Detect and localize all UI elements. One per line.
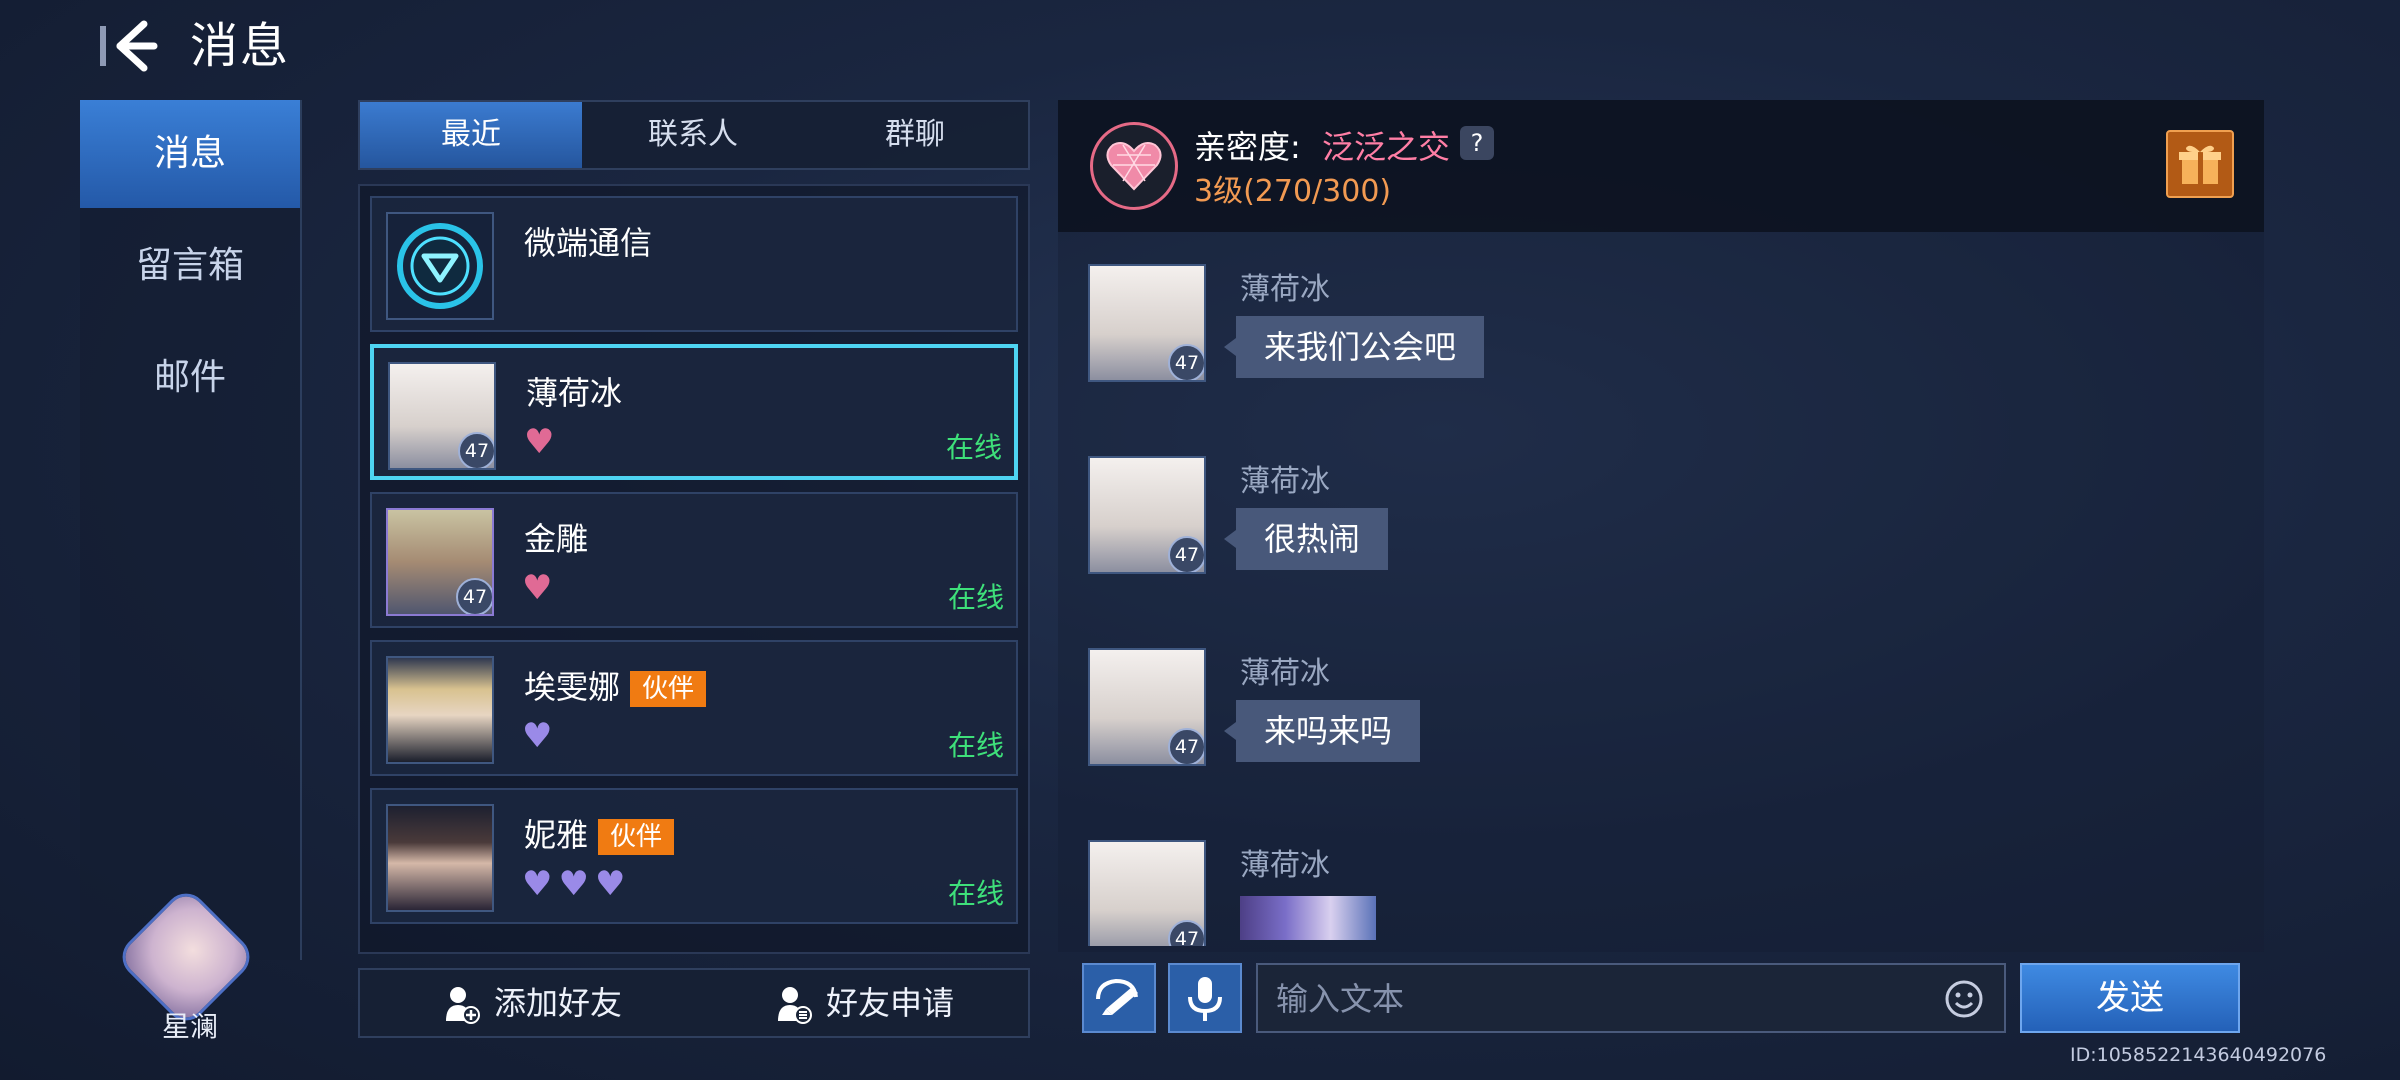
intimacy-label: 亲密度: xyxy=(1194,128,1301,166)
sender-name: 薄荷冰 xyxy=(1240,272,1330,307)
microphone-icon xyxy=(1188,977,1222,1021)
chat-message: 47 薄荷冰 来吗来吗 xyxy=(1088,648,1788,828)
sender-avatar[interactable]: 47 xyxy=(1088,456,1206,574)
side-nav: 消息 留言箱 邮件 xyxy=(80,100,302,960)
intimacy-heart-icon: ♥♥♥ xyxy=(522,864,632,904)
intimacy-heart-icon: ♥ xyxy=(522,716,559,756)
online-status: 在线 xyxy=(945,431,1002,464)
friend-request-icon xyxy=(778,987,812,1024)
contact-avatar: 47 xyxy=(386,508,494,616)
intimacy-heart-icon: ♥ xyxy=(524,422,561,462)
message-bubble: 很热闹 xyxy=(1223,508,1389,570)
back-arrow-icon xyxy=(100,20,158,72)
quick-phrase-button[interactable] xyxy=(1082,963,1156,1033)
contact-name: 妮雅 伙伴 xyxy=(524,810,675,856)
quick-phrase-icon xyxy=(1096,978,1138,1015)
partner-badge: 伙伴 xyxy=(630,671,707,707)
help-icon[interactable]: ? xyxy=(1460,126,1494,160)
level-badge: 47 xyxy=(1168,344,1204,380)
tab-group-chat[interactable]: 群聊 xyxy=(804,102,1026,168)
level-badge: 47 xyxy=(458,432,494,468)
intimacy-header: 亲密度: 泛泛之交 ? 3级(270/300) xyxy=(1058,100,2264,232)
system-icon xyxy=(386,212,494,320)
contact-row-ai-wen-na[interactable]: 埃雯娜 伙伴 ♥ 在线 xyxy=(370,640,1018,776)
intimacy-level: 3级(270/300) xyxy=(1194,174,1392,209)
user-id: ID:1058522143640492076 xyxy=(2070,1044,2327,1066)
add-friend-button[interactable]: 添加好友 xyxy=(444,970,622,1036)
intimacy-heart-icon: ♥ xyxy=(522,568,559,608)
nav-item-message-box[interactable]: 留言箱 xyxy=(80,212,300,320)
emoji-icon[interactable] xyxy=(1944,979,1984,1019)
level-badge: 47 xyxy=(456,578,492,614)
contact-row-wei-duan[interactable]: 微端通信 xyxy=(370,196,1018,332)
gift-button[interactable] xyxy=(2166,130,2234,198)
level-badge: 47 xyxy=(1168,728,1204,764)
contact-avatar: 47 xyxy=(388,362,496,470)
message-bubble: 来我们公会吧 xyxy=(1223,316,1485,378)
voice-button[interactable] xyxy=(1168,963,1242,1033)
sender-avatar[interactable]: 47 xyxy=(1088,648,1206,766)
level-badge: 47 xyxy=(1168,536,1204,572)
nav-item-messages[interactable]: 消息 xyxy=(80,100,300,208)
message-bubble: 来吗来吗 xyxy=(1223,700,1421,762)
contact-name: 薄荷冰 xyxy=(526,374,623,412)
send-button[interactable]: 发送 xyxy=(2020,963,2240,1033)
chat-message: 47 薄荷冰 来我们公会吧 xyxy=(1088,264,1788,444)
sender-avatar[interactable]: 47 xyxy=(1088,264,1206,382)
contact-row-ni-ya[interactable]: 妮雅 伙伴 ♥♥♥ 在线 xyxy=(370,788,1018,924)
sender-name: 薄荷冰 xyxy=(1240,464,1330,499)
sender-name: 薄荷冰 xyxy=(1240,656,1330,691)
message-input[interactable] xyxy=(1258,965,1938,1033)
contact-row-jin-diao[interactable]: 47 金雕 ♥ 在线 xyxy=(370,492,1018,628)
contact-row-bo-he-bing[interactable]: 47 薄荷冰 ♥ 在线 xyxy=(370,344,1018,480)
back-button[interactable] xyxy=(100,18,160,74)
player-name: 星澜 xyxy=(161,1010,218,1043)
page-title: 消息 xyxy=(190,18,291,74)
contact-name: 微端通信 xyxy=(524,224,653,262)
list-action-bar: 添加好友 好友申请 xyxy=(358,968,1030,1038)
tab-contacts[interactable]: 联系人 xyxy=(582,102,804,168)
online-status: 在线 xyxy=(947,581,1004,614)
online-status: 在线 xyxy=(947,729,1004,762)
online-status: 在线 xyxy=(947,877,1004,910)
contact-list: 微端通信 47 薄荷冰 ♥ 在线 47 金雕 ♥ 在线 埃雯娜 伙伴 ♥ 在线 妮… xyxy=(358,184,1030,954)
contact-name: 埃雯娜 伙伴 xyxy=(524,662,707,708)
message-input-box xyxy=(1256,963,2006,1033)
add-friend-icon xyxy=(446,987,480,1024)
nav-item-mail[interactable]: 邮件 xyxy=(80,324,300,432)
friend-requests-label: 好友申请 xyxy=(826,984,955,1022)
sticker-image[interactable] xyxy=(1240,896,1376,940)
chat-message: 47 薄荷冰 xyxy=(1088,840,1788,946)
contact-avatar xyxy=(386,804,494,912)
tab-bar: 最近 联系人 群聊 xyxy=(358,100,1030,170)
sender-avatar[interactable]: 47 xyxy=(1088,840,1206,946)
chat-message: 47 薄荷冰 很热闹 xyxy=(1088,456,1788,636)
tab-recent[interactable]: 最近 xyxy=(360,102,582,168)
partner-badge: 伙伴 xyxy=(598,819,675,855)
player-avatar[interactable]: 星澜 xyxy=(118,889,254,1055)
intimacy-heart-icon xyxy=(1090,122,1178,210)
intimacy-value: 泛泛之交 xyxy=(1322,128,1451,166)
friend-requests-button[interactable]: 好友申请 xyxy=(776,970,954,1036)
level-badge: 47 xyxy=(1168,920,1204,946)
gift-icon xyxy=(2179,145,2221,184)
add-friend-label: 添加好友 xyxy=(494,984,623,1022)
contact-name: 金雕 xyxy=(524,520,589,558)
sender-name: 薄荷冰 xyxy=(1240,848,1330,883)
contact-avatar xyxy=(386,656,494,764)
